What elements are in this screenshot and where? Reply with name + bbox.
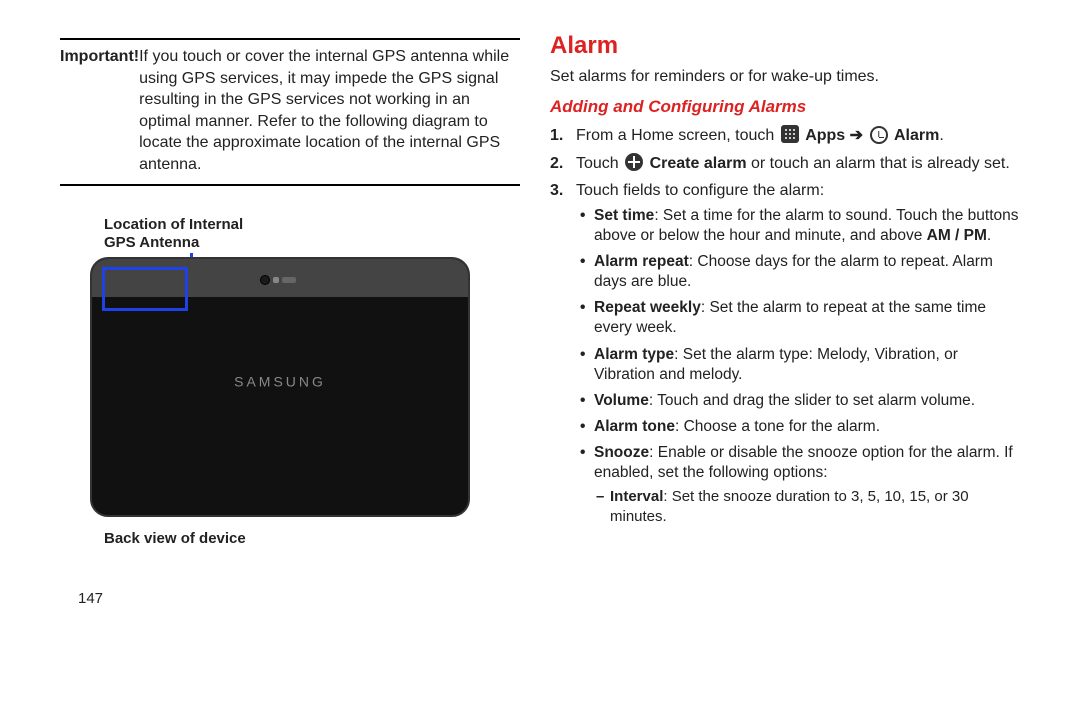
interval-label: Interval bbox=[610, 488, 663, 505]
gps-label-line1: Location of Internal bbox=[104, 216, 520, 235]
bullet-alarm-repeat: Alarm repeat: Choose days for the alarm … bbox=[594, 252, 1020, 292]
step1-end: . bbox=[939, 127, 943, 144]
left-column: Important! If you touch or cover the int… bbox=[60, 30, 540, 700]
tablet-back: SAMSUNG bbox=[90, 257, 470, 517]
settime-label: Set time bbox=[594, 207, 654, 224]
section-heading-alarm: Alarm bbox=[550, 30, 1020, 62]
create-alarm-label: Create alarm bbox=[650, 155, 747, 172]
step-3: Touch fields to configure the alarm: Set… bbox=[576, 180, 1020, 526]
gps-highlight-box bbox=[102, 267, 188, 311]
settime-end: . bbox=[987, 227, 991, 244]
important-note: Important! If you touch or cover the int… bbox=[60, 46, 520, 176]
alarm-intro: Set alarms for reminders or for wake-up … bbox=[550, 66, 1020, 88]
alarmtype-label: Alarm type bbox=[594, 346, 674, 363]
snooze-sublist: Interval: Set the snooze duration to 3, … bbox=[594, 487, 1020, 526]
ampm-label: AM / PM bbox=[927, 227, 987, 244]
step-1: From a Home screen, touch Apps ➔ Alarm. bbox=[576, 125, 1020, 147]
tablet-illustration: SAMSUNG bbox=[90, 257, 520, 517]
subsection-heading: Adding and Configuring Alarms bbox=[550, 96, 1020, 119]
diagram-area: Location of Internal GPS Antenna SAMSUNG… bbox=[60, 216, 520, 550]
rule-top bbox=[60, 38, 520, 40]
steps-list: From a Home screen, touch Apps ➔ Alarm. … bbox=[550, 125, 1020, 526]
bullet-repeat-weekly: Repeat weekly: Set the alarm to repeat a… bbox=[594, 298, 1020, 338]
gps-antenna-label: Location of Internal GPS Antenna bbox=[104, 216, 520, 254]
config-bullets: Set time: Set a time for the alarm to so… bbox=[576, 206, 1020, 527]
important-label: Important! bbox=[60, 46, 139, 176]
bullet-volume: Volume: Touch and drag the slider to set… bbox=[594, 391, 1020, 411]
bullet-alarm-type: Alarm type: Set the alarm type: Melody, … bbox=[594, 345, 1020, 385]
step2-pre: Touch bbox=[576, 155, 623, 172]
repeatweekly-label: Repeat weekly bbox=[594, 299, 701, 316]
alarmtone-text: : Choose a tone for the alarm. bbox=[675, 418, 880, 435]
alarm-clock-icon bbox=[870, 126, 888, 144]
alarmrepeat-label: Alarm repeat bbox=[594, 253, 689, 270]
alarmtone-label: Alarm tone bbox=[594, 418, 675, 435]
page-number: 147 bbox=[78, 589, 520, 609]
snooze-text: : Enable or disable the snooze option fo… bbox=[594, 444, 1013, 481]
step2-post: or touch an alarm that is already set. bbox=[751, 155, 1010, 172]
step1-text: From a Home screen, touch bbox=[576, 127, 779, 144]
camera-cluster bbox=[260, 275, 300, 285]
apps-label: Apps bbox=[805, 127, 845, 144]
rule-bottom bbox=[60, 184, 520, 186]
speaker-icon bbox=[282, 277, 296, 283]
plus-icon bbox=[625, 153, 643, 171]
brand-logo: SAMSUNG bbox=[234, 372, 326, 391]
step3-text: Touch fields to configure the alarm: bbox=[576, 182, 824, 199]
gps-label-line2: GPS Antenna bbox=[104, 234, 520, 253]
bullet-alarm-tone: Alarm tone: Choose a tone for the alarm. bbox=[594, 417, 1020, 437]
important-text: If you touch or cover the internal GPS a… bbox=[139, 46, 520, 176]
step-2: Touch Create alarm or touch an alarm tha… bbox=[576, 153, 1020, 175]
back-view-label: Back view of device bbox=[104, 529, 520, 549]
volume-label: Volume bbox=[594, 392, 649, 409]
camera-lens-icon bbox=[260, 275, 270, 285]
bullet-set-time: Set time: Set a time for the alarm to so… bbox=[594, 206, 1020, 246]
arrow-icon: ➔ bbox=[850, 127, 868, 144]
volume-text: : Touch and drag the slider to set alarm… bbox=[649, 392, 975, 409]
alarm-label: Alarm bbox=[894, 127, 939, 144]
right-column: Alarm Set alarms for reminders or for wa… bbox=[540, 30, 1020, 700]
flash-icon bbox=[273, 277, 279, 283]
apps-icon bbox=[781, 125, 799, 143]
bullet-interval: Interval: Set the snooze duration to 3, … bbox=[610, 487, 1020, 526]
snooze-label: Snooze bbox=[594, 444, 649, 461]
interval-text: : Set the snooze duration to 3, 5, 10, 1… bbox=[610, 488, 969, 525]
bullet-snooze: Snooze: Enable or disable the snooze opt… bbox=[594, 443, 1020, 526]
